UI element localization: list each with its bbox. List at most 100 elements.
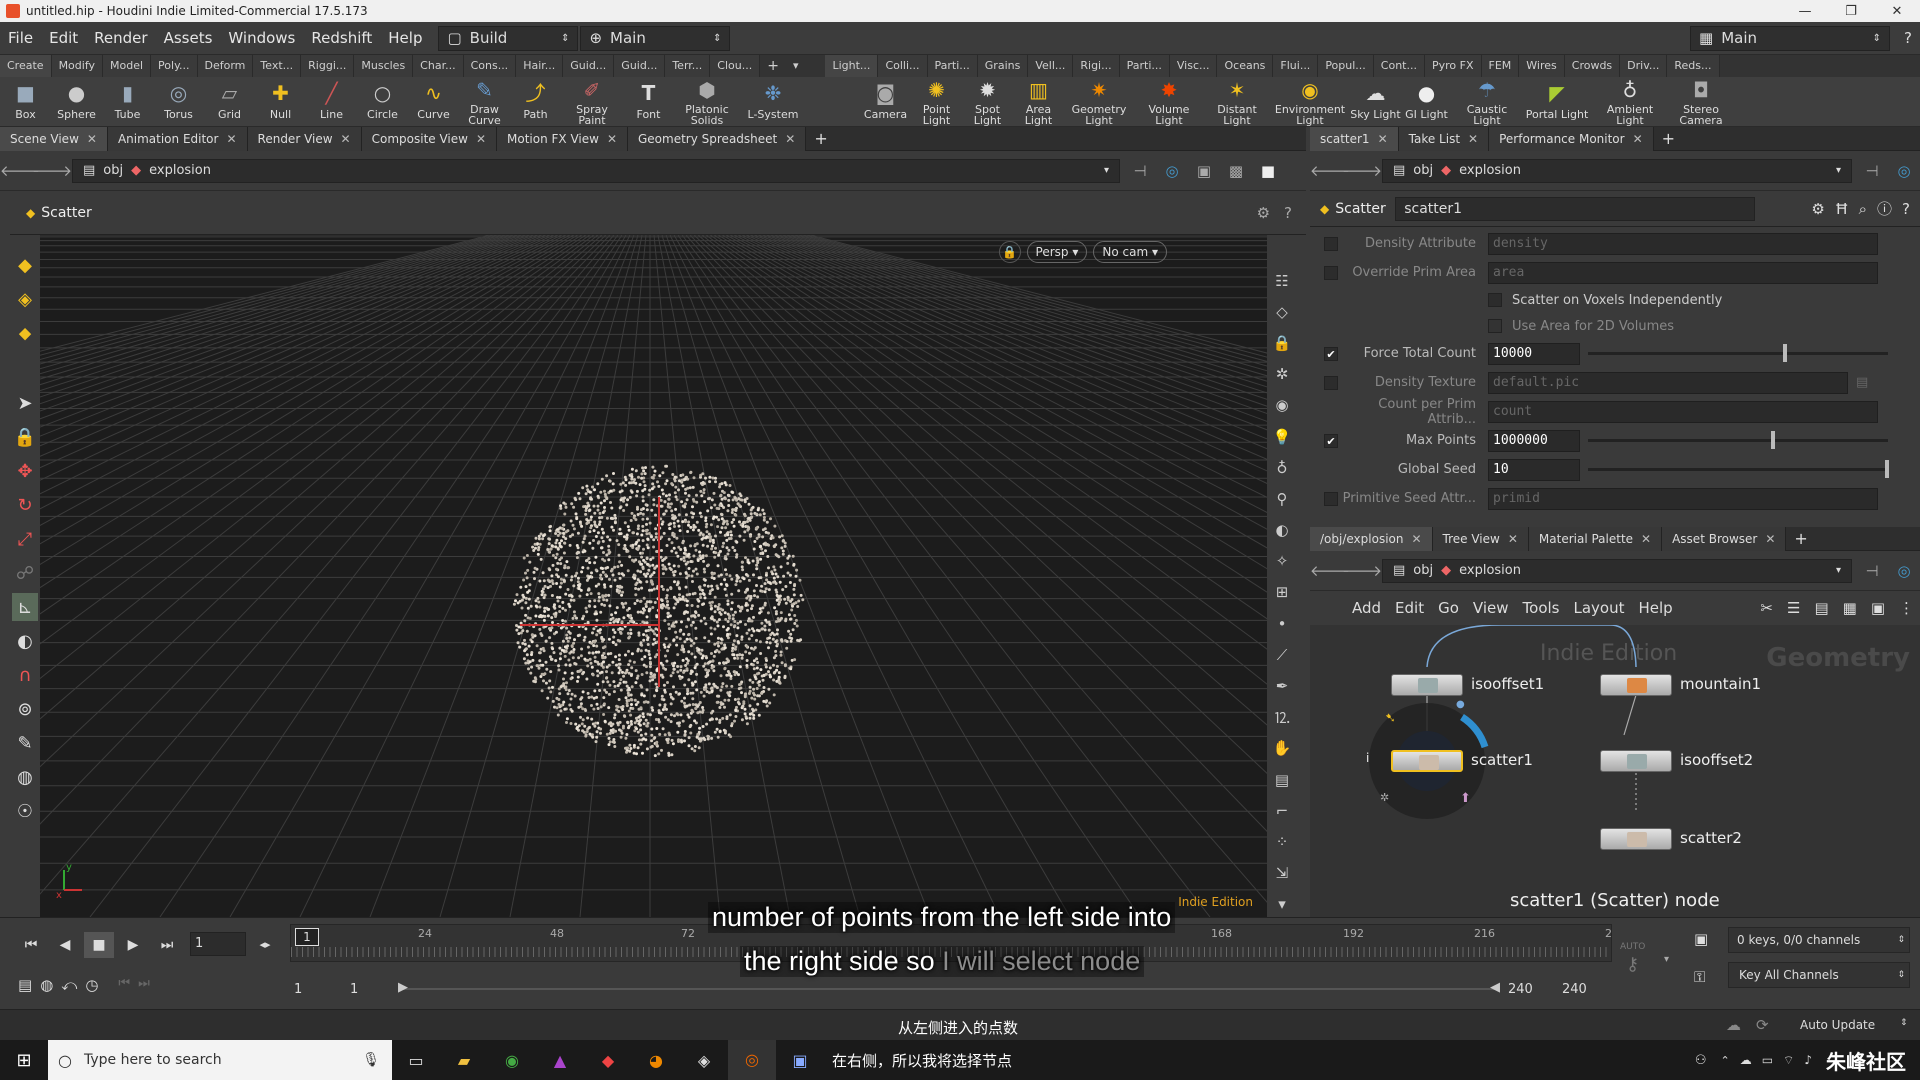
- forward-arrow-icon[interactable]: 🡒: [32, 159, 72, 183]
- tool-grid[interactable]: ▱ Grid: [204, 77, 255, 126]
- file-chooser-icon[interactable]: ▤: [1856, 375, 1868, 390]
- tab-asset-browser[interactable]: Asset Browser ✕: [1662, 526, 1787, 551]
- tool-line[interactable]: ╱ Line: [306, 77, 357, 126]
- back-arrow-icon[interactable]: 🡐: [1310, 559, 1350, 583]
- network-path-field[interactable]: ▤ obj ◆ explosion ▾: [1382, 558, 1852, 583]
- app-red-icon[interactable]: ◆: [584, 1051, 632, 1070]
- blender-icon[interactable]: ◕: [632, 1051, 680, 1070]
- tool-tube[interactable]: ▮ Tube: [102, 77, 153, 126]
- range-start-handle-icon[interactable]: ▶: [398, 980, 408, 995]
- display-lighting-icon[interactable]: ☷: [1269, 268, 1295, 293]
- param-checkbox[interactable]: [1324, 375, 1338, 390]
- scatter-voxels-toggle[interactable]: [1488, 293, 1502, 307]
- realtime-icon[interactable]: ⤺: [61, 976, 77, 994]
- force-total-count-slider[interactable]: [1588, 344, 1888, 362]
- shelf-tab[interactable]: Vell...: [1028, 55, 1074, 77]
- close-tab-icon[interactable]: ✕: [1633, 127, 1643, 151]
- next-key-icon[interactable]: ⏭: [138, 976, 150, 994]
- menu-file[interactable]: File: [0, 29, 41, 47]
- menu-help[interactable]: Help: [380, 29, 430, 47]
- tool-options-icon[interactable]: ⚙: [1257, 204, 1270, 222]
- tool-box[interactable]: ■ Box: [0, 77, 51, 126]
- network-editor[interactable]: Indie Edition Geometry ➷ ● ✲ ⬆ i isooffs…: [1310, 625, 1920, 917]
- shelf-tab[interactable]: Guid...: [614, 55, 666, 77]
- shelf-tab[interactable]: Rigi...: [1073, 55, 1120, 77]
- help-icon[interactable]: ?: [1902, 200, 1910, 218]
- menu-assets[interactable]: Assets: [156, 29, 221, 47]
- persp-menu[interactable]: Persp ▾: [1026, 241, 1088, 263]
- snapshot-icon[interactable]: ▤: [1269, 767, 1295, 792]
- tab-scene-view[interactable]: Scene View ✕: [0, 126, 108, 151]
- pose-icon[interactable]: ☍: [12, 559, 38, 587]
- menu-redshift[interactable]: Redshift: [303, 29, 380, 47]
- corner-icon[interactable]: ⌐: [1269, 798, 1295, 823]
- shelf-tab[interactable]: Wires: [1519, 55, 1565, 77]
- tool-sphere[interactable]: ● Sphere: [51, 77, 102, 126]
- lights-icon[interactable]: 💡: [1269, 424, 1295, 449]
- shelf-tab[interactable]: Pyro FX: [1424, 55, 1482, 77]
- node-info-icon[interactable]: i: [1366, 751, 1369, 765]
- shelf-tab[interactable]: Colli...: [878, 55, 928, 77]
- tool-torus[interactable]: ◎ Torus: [153, 77, 204, 126]
- shelf-tab[interactable]: Poly...: [151, 55, 198, 77]
- tree-icon[interactable]: ☰: [1787, 599, 1800, 617]
- shading-icon[interactable]: ◉: [1269, 393, 1295, 418]
- close-tab-icon[interactable]: ✕: [341, 127, 351, 151]
- gear-icon[interactable]: ⚙: [1811, 200, 1824, 218]
- shelf-tab[interactable]: Cont...: [1373, 55, 1425, 77]
- close-tab-icon[interactable]: ✕: [1411, 527, 1421, 551]
- network-menu-view[interactable]: View: [1473, 599, 1509, 617]
- light-dome-icon[interactable]: ♁: [1269, 455, 1295, 480]
- dots-grid-icon[interactable]: ⁘: [1269, 829, 1295, 854]
- range-end-handle-icon[interactable]: ◀: [1490, 980, 1500, 995]
- audio-icon[interactable]: ◍: [40, 976, 53, 994]
- param-checkbox[interactable]: ✔: [1324, 433, 1338, 448]
- tab-geometry-spreadsheet[interactable]: Geometry Spreadsheet ✕: [628, 126, 807, 151]
- key-channels-icon[interactable]: ⚿: [1694, 968, 1705, 986]
- shelf-tab[interactable]: Reds...: [1667, 55, 1720, 77]
- unity-icon[interactable]: ◈: [680, 1051, 728, 1070]
- slider-knob[interactable]: [1783, 344, 1787, 362]
- node-mountain1[interactable]: [1600, 674, 1672, 696]
- shelf-tab[interactable]: Terr...: [665, 55, 711, 77]
- use-area-2d-toggle[interactable]: [1488, 319, 1502, 333]
- pin-icon[interactable]: ⊣: [1860, 159, 1884, 183]
- close-tab-icon[interactable]: ✕: [1508, 527, 1518, 551]
- ring-bypass-icon[interactable]: ➷: [1385, 711, 1396, 726]
- pin-icon[interactable]: ⊣: [1860, 559, 1884, 583]
- taskbar-search[interactable]: ○ Type here to search 🎙: [48, 1040, 392, 1080]
- range-start-field[interactable]: 1: [294, 982, 302, 997]
- microphone-icon[interactable]: 🎙: [362, 1052, 380, 1068]
- close-tab-icon[interactable]: ✕: [87, 127, 97, 151]
- snap-icon[interactable]: ⊚: [12, 695, 38, 723]
- hda-icon[interactable]: Ħ: [1835, 200, 1849, 218]
- link-icon[interactable]: ◎: [1892, 559, 1916, 583]
- brush-icon[interactable]: ◐: [12, 627, 38, 655]
- handle-icon[interactable]: ⊾: [12, 593, 38, 621]
- shelf-tab[interactable]: Muscles: [354, 55, 414, 77]
- cursor-icon[interactable]: ⇲: [1269, 861, 1295, 886]
- back-arrow-icon[interactable]: 🡐: [0, 159, 40, 183]
- key-all-channels-button[interactable]: Key All Channels ⇕: [1728, 962, 1910, 988]
- shelf-tab[interactable]: Parti...: [1119, 55, 1170, 77]
- minimize-icon[interactable]: —: [1782, 4, 1828, 19]
- desktop-selector-build[interactable]: ▢ Build ⇕: [438, 25, 579, 51]
- tool-sky-light[interactable]: ☁ Sky Light: [1350, 77, 1401, 126]
- tab-scatter1-params[interactable]: scatter1 ✕: [1310, 126, 1399, 151]
- menu-render[interactable]: Render: [86, 29, 155, 47]
- select-arrow-icon[interactable]: ➤: [12, 389, 38, 417]
- stop-icon[interactable]: ■: [84, 932, 114, 958]
- tray-network-icon[interactable]: ⌔: [1783, 1053, 1794, 1068]
- help-icon[interactable]: ?: [1284, 204, 1292, 222]
- add-tab-icon[interactable]: +: [1786, 529, 1815, 548]
- move-icon[interactable]: ✥: [12, 457, 38, 485]
- forward-arrow-icon[interactable]: 🡒: [1342, 559, 1382, 583]
- shelf-tab[interactable]: Clou...: [710, 55, 761, 77]
- camera-vis-icon[interactable]: ⊞: [1269, 580, 1295, 605]
- tool-platonic-solids[interactable]: ⬢ Platonic Solids: [674, 77, 740, 126]
- tool-distant-light[interactable]: ✶ Distant Light: [1204, 77, 1270, 126]
- tool-draw-curve[interactable]: ✎ Draw Curve: [459, 77, 510, 126]
- network-menu-tools[interactable]: Tools: [1523, 599, 1560, 617]
- rotate-icon[interactable]: ↻: [12, 491, 38, 519]
- dot-icon[interactable]: •: [1269, 611, 1295, 636]
